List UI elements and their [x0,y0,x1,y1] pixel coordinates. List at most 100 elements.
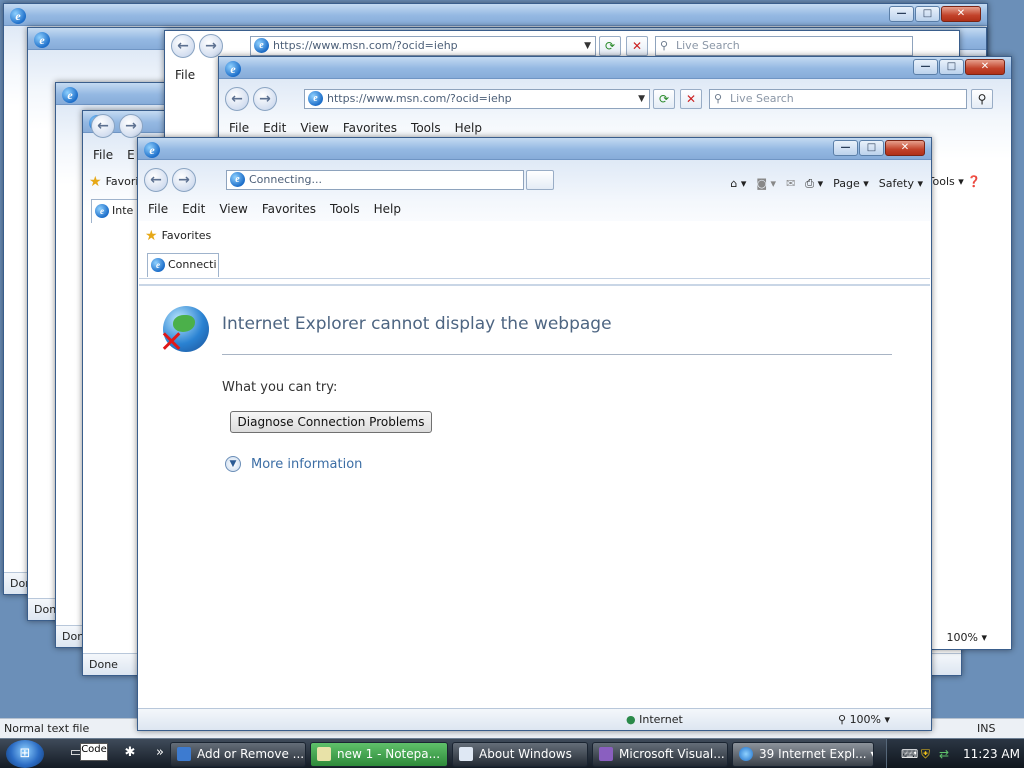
search-input[interactable]: ⚲ Live Search [655,36,913,56]
menu-tools[interactable]: Tools [411,118,441,138]
zone-indicator: ● Internet [626,713,683,726]
search-go-button[interactable]: ⚲ [971,89,993,109]
ie-icon: e [151,258,165,272]
menu-edit[interactable]: Edit [182,199,205,219]
taskbar-button-internet-explorer[interactable]: 39 Internet Expl... ▾ [732,742,874,767]
taskbar-button-visual-studio[interactable]: Microsoft Visual... [592,742,728,767]
back-button[interactable]: ← [171,34,195,58]
address-bar[interactable]: e Connecting... [226,170,524,190]
menu-help[interactable]: Help [455,118,482,138]
forward-button[interactable]: → [119,114,143,138]
print-icon[interactable]: ⎙ ▾ [805,174,823,194]
zoom-level[interactable]: 100% ▾ [947,631,987,644]
minimize-button[interactable]: — [833,140,858,156]
chevron-down-icon[interactable]: ▼ [584,37,591,55]
start-button[interactable]: ⊞ [6,740,44,768]
tab-connecting[interactable]: e Connecti [147,253,219,277]
favorites-button[interactable]: ★ Favori [89,172,138,192]
zoom-level[interactable]: ⚲ 100% ▾ [838,709,890,730]
network-icon[interactable]: ⇄ [939,739,949,768]
safety-menu-button[interactable]: Safety ▾ [879,174,923,194]
window-icon [459,747,473,761]
home-icon[interactable]: ⌂ ▾ [730,174,746,194]
menu-edit[interactable]: E [127,145,135,165]
menu-file[interactable]: File [229,118,249,138]
title-bar[interactable]: e — □ ✕ [138,138,931,160]
back-button[interactable]: ← [144,168,168,192]
back-button[interactable]: ← [91,114,115,138]
ie-icon: e [10,8,26,24]
security-shield-icon[interactable]: ⛨ [921,739,930,768]
clock[interactable]: 11:23 AM [963,739,1020,768]
page-menu-button[interactable]: Page ▾ [833,174,869,194]
refresh-button[interactable]: ⟳ [599,36,621,56]
taskbar-button-about-windows[interactable]: About Windows [452,742,588,767]
menu-favorites[interactable]: Favorites [343,118,397,138]
control-panel-icon [177,747,191,761]
menu-view[interactable]: View [219,199,247,219]
tools-menu-button[interactable]: Tools ▾ ❓ [928,175,981,188]
error-page: ✕ Internet Explorer cannot display the w… [139,284,930,707]
bee-icon[interactable]: ✱ [120,745,140,763]
search-icon: ⚲ [714,92,723,105]
maximize-button[interactable]: □ [915,6,940,22]
ie-icon: e [34,32,50,48]
address-bar[interactable]: e https://www.msn.com/?ocid=iehp ▼ [250,36,596,56]
maximize-button[interactable]: □ [939,59,964,75]
diagnose-button[interactable]: Diagnose Connection Problems [230,411,432,433]
menu-help[interactable]: Help [374,199,401,219]
title-bar[interactable]: e — □ ✕ [4,4,987,26]
taskbar-button-add-remove[interactable]: Add or Remove ... [170,742,306,767]
mail-icon[interactable]: ✉ [786,174,795,194]
error-globe-icon: ✕ [159,306,209,358]
error-title: Internet Explorer cannot display the web… [222,314,612,334]
stop-button[interactable]: ✕ [626,36,648,56]
divider [222,354,892,355]
refresh-button[interactable]: ⟳ [653,89,675,109]
keyboard-icon[interactable]: ⌨ [901,739,918,768]
ie-icon: e [308,91,323,106]
minimize-button[interactable]: — [913,59,938,75]
menu-file[interactable]: File [148,199,168,219]
minimize-button[interactable]: — [889,6,914,22]
menu-view[interactable]: View [300,118,328,138]
more-quicklaunch-icon[interactable]: » [150,745,170,763]
maximize-button[interactable]: □ [859,140,884,156]
status-bar: ● Internet ⚲ 100% ▾ [138,708,931,730]
taskbar-button-notepad[interactable]: new 1 - Notepa... [310,742,448,767]
notepad-icon [317,747,331,761]
system-tray: ⌨ ⛨ ⇄ 11:23 AM [886,739,1024,768]
title-bar[interactable]: e — □ ✕ [219,57,1011,79]
visual-studio-icon [599,747,613,761]
address-bar[interactable]: e https://www.msn.com/?ocid=iehp ▼ [304,89,650,109]
chevron-down-icon[interactable]: ▼ [638,90,645,108]
menu-edit[interactable]: Edit [263,118,286,138]
forward-button[interactable]: → [172,168,196,192]
menu-file[interactable]: File [93,145,113,165]
stop-button[interactable]: ✕ [680,89,702,109]
chevron-down-icon: ▼ [225,456,241,472]
file-type-label: Normal text file [4,722,90,735]
ie-window-main[interactable]: e — □ ✕ ← → e Connecting... ⌂ ▾ ◙ ▾ ✉ ⎙ ▾ P… [137,137,932,731]
back-button[interactable]: ← [225,87,249,111]
favorites-button[interactable]: ★ Favorites [145,226,211,246]
menu-favorites[interactable]: Favorites [262,199,316,219]
close-button[interactable]: ✕ [885,140,925,156]
close-button[interactable]: ✕ [965,59,1005,75]
quicklaunch-tooltip: Code [80,743,108,761]
close-button[interactable]: ✕ [941,6,981,22]
favorites-bar: ★ Favorites e Connecti [139,221,930,279]
search-input[interactable]: ⚲ Live Search [709,89,967,109]
ie-icon: e [230,172,245,187]
ie-icon: e [225,61,241,77]
forward-button[interactable]: → [253,87,277,111]
try-text: What you can try: [222,380,338,395]
more-info-link[interactable]: ▼ More information [225,456,362,472]
refresh-button[interactable] [526,170,554,190]
star-icon: ★ [145,228,158,244]
feeds-icon[interactable]: ◙ ▾ [756,174,776,194]
menu-tools[interactable]: Tools [330,199,360,219]
forward-button[interactable]: → [199,34,223,58]
taskbar: ⊞ ▭ Code ✱ » Add or Remove ... new 1 - N… [0,738,1024,768]
menu-file[interactable]: File [175,65,195,85]
